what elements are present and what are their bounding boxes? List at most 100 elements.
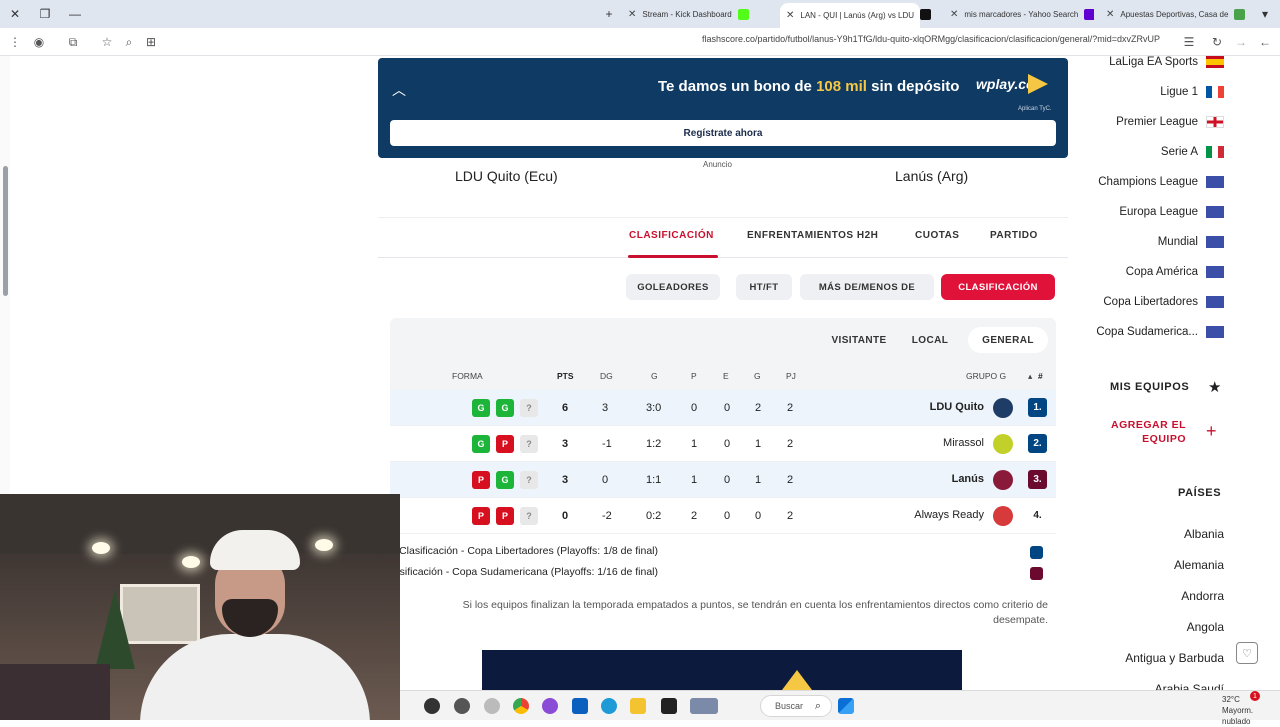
col-rank[interactable]: # bbox=[1038, 371, 1043, 381]
team-crest-icon[interactable] bbox=[993, 506, 1013, 526]
home-team-name[interactable]: Lanús (Arg) bbox=[895, 168, 968, 184]
profile-icon[interactable]: ◉ bbox=[30, 33, 48, 51]
form-badge[interactable]: P bbox=[496, 507, 514, 525]
sidebar-league-item[interactable]: Ligue 1 bbox=[1160, 83, 1224, 101]
menu-dots-icon[interactable]: ⋮ bbox=[6, 33, 24, 51]
pill-clasificacion[interactable]: CLASIFICACIÓN bbox=[941, 274, 1055, 300]
tab-quito-favicon[interactable] bbox=[920, 3, 940, 25]
close-tab-icon[interactable]: ✕ bbox=[628, 9, 636, 20]
reload-icon[interactable]: ↻ bbox=[1208, 33, 1226, 51]
collapse-chevron-icon[interactable]: ︿ bbox=[392, 80, 406, 100]
sidebar-league-item[interactable]: Serie A bbox=[1161, 143, 1224, 161]
form-badge[interactable]: G bbox=[496, 471, 514, 489]
col-goals[interactable]: G bbox=[651, 371, 658, 381]
add-team-button[interactable]: AGREGAR EL EQUIPO bbox=[1106, 418, 1186, 446]
table-row[interactable]: 2. Mirassol 2 1 0 1 1:2 -1 3? P G bbox=[390, 426, 1056, 462]
bottom-ad-banner[interactable] bbox=[482, 650, 962, 690]
app-icon[interactable] bbox=[542, 698, 558, 714]
minimize-window-icon[interactable]: — bbox=[60, 0, 90, 28]
table-row[interactable]: 4. Always Ready 2 0 0 2 0:2 -2 0? P P bbox=[390, 498, 1056, 534]
sub-tab-visitante[interactable]: VISITANTE bbox=[814, 327, 904, 353]
col-pts[interactable]: PTS bbox=[557, 371, 574, 381]
widget-icon[interactable] bbox=[690, 698, 718, 714]
form-badge[interactable]: G bbox=[496, 399, 514, 417]
sub-tab-local[interactable]: LOCAL bbox=[900, 327, 960, 353]
windows-start-icon[interactable] bbox=[838, 698, 854, 714]
team-name-link[interactable]: LDU Quito bbox=[930, 401, 984, 413]
close-tab-icon[interactable]: ✕ bbox=[786, 10, 794, 21]
col-dg[interactable]: DG bbox=[600, 371, 613, 381]
sub-tab-general[interactable]: GENERAL bbox=[968, 327, 1048, 353]
sidebar-league-item[interactable]: Premier League bbox=[1116, 113, 1224, 131]
notification-badge[interactable]: 1 bbox=[1250, 691, 1260, 701]
register-button[interactable]: Regístrate ahora bbox=[390, 120, 1056, 146]
sidebar-league-item[interactable]: Champions League bbox=[1098, 173, 1224, 191]
bookmark-star-icon[interactable]: ☆ bbox=[98, 33, 116, 51]
plus-icon[interactable]: + bbox=[1206, 421, 1217, 442]
new-tab-icon[interactable]: + bbox=[594, 0, 624, 28]
tab-cuotas[interactable]: CUOTAS bbox=[915, 230, 959, 241]
country-link[interactable]: Antigua y Barbuda bbox=[1125, 651, 1224, 665]
form-badge[interactable]: G bbox=[472, 435, 490, 453]
close-tab-icon[interactable]: ✕ bbox=[950, 9, 958, 20]
pill-goleadores[interactable]: GOLEADORES bbox=[626, 274, 720, 300]
tab-partido[interactable]: PARTIDO bbox=[990, 230, 1038, 241]
scrollbar-thumb[interactable] bbox=[3, 166, 8, 296]
tab-clasificacion[interactable]: CLASIFICACIÓN bbox=[629, 230, 714, 241]
col-p[interactable]: P bbox=[691, 371, 697, 381]
close-window-icon[interactable]: ✕ bbox=[0, 0, 30, 28]
team-name-link[interactable]: Lanús bbox=[952, 473, 984, 485]
forward-icon[interactable]: → bbox=[1232, 33, 1250, 51]
sidebar-league-item[interactable]: Copa Libertadores bbox=[1103, 293, 1224, 311]
tab-kick-dashboard[interactable]: ✕ Stream - Kick Dashboard bbox=[622, 3, 772, 25]
form-badge[interactable]: ? bbox=[520, 399, 538, 417]
team-name-link[interactable]: Always Ready bbox=[914, 509, 984, 521]
table-row[interactable]: 3. Lanús 2 1 0 1 1:1 0 3? G P bbox=[390, 462, 1056, 498]
form-badge[interactable]: ? bbox=[520, 435, 538, 453]
country-link[interactable]: Alemania bbox=[1174, 558, 1224, 572]
close-tab-icon[interactable]: ✕ bbox=[1106, 9, 1114, 20]
app-icon[interactable] bbox=[454, 698, 470, 714]
col-pj[interactable]: PJ bbox=[786, 371, 796, 381]
feedback-icon[interactable]: ♡ bbox=[1236, 642, 1258, 664]
team-crest-icon[interactable] bbox=[993, 434, 1013, 454]
sidebar-league-item[interactable]: Europa League bbox=[1119, 203, 1224, 221]
edge-icon[interactable] bbox=[601, 698, 617, 714]
tab-apuestas[interactable]: ✕ Apuestas Deportivas, Casa de bbox=[1100, 3, 1250, 25]
country-link[interactable]: Angola bbox=[1187, 620, 1224, 634]
form-badge[interactable]: P bbox=[496, 435, 514, 453]
file-explorer-icon[interactable] bbox=[630, 698, 646, 714]
install-app-icon[interactable]: ⊞ bbox=[142, 33, 160, 51]
tab-h2h[interactable]: ENFRENTAMIENTOS H2H bbox=[747, 230, 878, 241]
sidebar-league-item[interactable]: Mundial bbox=[1158, 233, 1224, 251]
away-team-name[interactable]: LDU Quito (Ecu) bbox=[455, 168, 558, 184]
taskbar-search[interactable]: Buscar ⌕ bbox=[760, 695, 832, 717]
app-icon[interactable] bbox=[424, 698, 440, 714]
team-crest-icon[interactable] bbox=[993, 470, 1013, 490]
store-icon[interactable] bbox=[572, 698, 588, 714]
sort-rank-icon[interactable]: ▴ bbox=[1028, 371, 1032, 382]
form-badge[interactable]: ? bbox=[520, 507, 538, 525]
tab-lanus-vs-ldu[interactable]: ✕ LAN - QUI | Lanús (Arg) vs LDU bbox=[780, 3, 920, 28]
pill-over-under[interactable]: MÁS DE/MENOS DE bbox=[800, 274, 934, 300]
zoom-icon[interactable]: ⌕ bbox=[120, 33, 138, 51]
tab-yahoo-search[interactable]: ✕ mis marcadores - Yahoo Search bbox=[944, 3, 1094, 25]
app-icon[interactable] bbox=[484, 698, 500, 714]
team-name-link[interactable]: Mirassol bbox=[943, 437, 984, 449]
pill-htft[interactable]: HT/FT bbox=[736, 274, 792, 300]
form-badge[interactable]: G bbox=[472, 399, 490, 417]
ad-banner[interactable]: ︿ Te damos un bono de 108 mil sin depósi… bbox=[378, 58, 1068, 158]
form-badge[interactable]: ? bbox=[520, 471, 538, 489]
sidebar-league-item[interactable]: Copa América bbox=[1126, 263, 1224, 281]
country-link[interactable]: Albania bbox=[1184, 527, 1224, 541]
form-badge[interactable]: P bbox=[472, 507, 490, 525]
tab-search-icon[interactable]: ▾ bbox=[1250, 0, 1280, 28]
terminal-icon[interactable] bbox=[661, 698, 677, 714]
restore-window-icon[interactable]: ❐ bbox=[30, 0, 60, 28]
country-link[interactable]: Andorra bbox=[1181, 589, 1224, 603]
form-badge[interactable]: P bbox=[472, 471, 490, 489]
team-crest-icon[interactable] bbox=[993, 398, 1013, 418]
sidebar-league-item[interactable]: LaLiga EA Sports bbox=[1109, 53, 1224, 71]
col-e[interactable]: E bbox=[723, 371, 729, 381]
chrome-icon[interactable] bbox=[513, 698, 529, 714]
